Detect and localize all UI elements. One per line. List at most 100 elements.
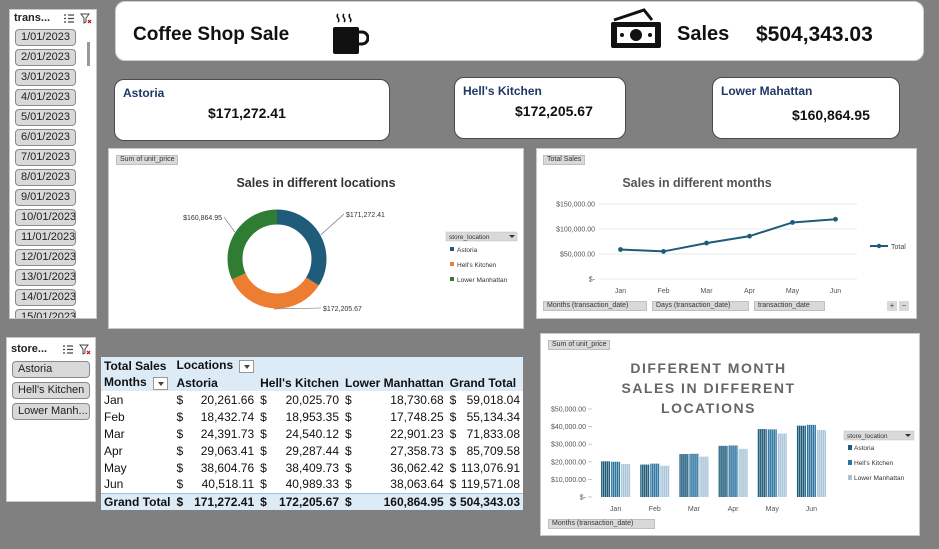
currency-symbol: $ — [176, 494, 184, 509]
date-slicer-item[interactable]: 11/01/2023 — [15, 229, 76, 246]
store-slicer-item[interactable]: Lower Manh... — [12, 403, 90, 420]
currency-symbol: $ — [345, 477, 352, 492]
total-cell: $171,272.41 — [173, 492, 258, 510]
date-slicer-item[interactable]: 8/01/2023 — [15, 169, 76, 186]
sales-label: Sales — [677, 23, 730, 45]
expand-field-button[interactable]: + — [887, 301, 897, 311]
data-point[interactable] — [661, 249, 666, 254]
table-cell: $38,409.73 — [257, 459, 342, 476]
row-field-label: Months — [104, 375, 147, 390]
multi-select-icon[interactable] — [63, 13, 75, 24]
amount: 18,953.35 — [285, 409, 339, 424]
date-slicer-item[interactable]: 3/01/2023 — [15, 69, 76, 86]
date-slicer-item[interactable]: 7/01/2023 — [15, 149, 76, 166]
currency-symbol: $ — [449, 392, 457, 407]
amount: 38,604.76 — [200, 460, 255, 475]
cell-value: $20,261.66 — [176, 393, 254, 407]
date-slicer-item[interactable]: 12/01/2023 — [15, 249, 76, 266]
slicer-scrollbar[interactable] — [87, 42, 90, 66]
row-label: May — [104, 460, 127, 475]
row-label: Grand Total — [101, 492, 174, 510]
currency-symbol: $ — [176, 443, 184, 458]
clear-filter-icon[interactable] — [80, 13, 92, 24]
amount: 24,391.73 — [200, 426, 255, 441]
currency-symbol: $ — [260, 494, 267, 509]
cell-value: $24,540.12 — [260, 427, 339, 441]
currency-symbol: $ — [449, 494, 457, 509]
header-spacer — [446, 357, 523, 374]
currency-symbol: $ — [449, 443, 457, 458]
total-cell: $160,864.95 — [342, 492, 447, 510]
kpi-value: $160,864.95 — [792, 107, 870, 123]
date-slicer-item[interactable]: 13/01/2023 — [15, 269, 76, 286]
store-slicer-item[interactable]: Astoria — [12, 361, 90, 378]
donut-chart: Sales in different locations $171,272.41… — [183, 176, 518, 313]
series-line[interactable] — [620, 218, 836, 253]
y-tick-label: $150,000.00 — [556, 202, 595, 209]
page-title: Coffee Shop Sale — [133, 24, 290, 45]
amount: 20,025.70 — [285, 392, 339, 407]
clear-filter-icon[interactable] — [79, 344, 91, 355]
date-slicer-item[interactable]: 1/01/2023 — [15, 29, 76, 46]
bar-chart-panel: Sum of unit_price DIFFERENT MONTH SALES … — [540, 333, 920, 536]
currency-symbol: $ — [449, 426, 457, 441]
amount: 113,076.91 — [460, 460, 520, 475]
y-tick-label: $100,000.00 — [556, 227, 595, 234]
cell-value: $71,833.08 — [450, 427, 520, 441]
date-slicer-item[interactable]: 6/01/2023 — [15, 129, 76, 146]
table-row: Feb $18,432.74 $18,953.35 $17,748.25 $55,134… — [101, 408, 523, 425]
table-cell: $22,901.23 — [342, 425, 447, 442]
date-field-button[interactable]: transaction_date — [754, 301, 825, 311]
table-row: Jun $40,518.11 $40,989.33 $38,063.64 $119,57… — [101, 476, 523, 493]
cell-value: $36,062.42 — [345, 461, 444, 475]
amount: 29,063.41 — [200, 443, 255, 458]
date-slicer-item[interactable]: 2/01/2023 — [15, 49, 76, 66]
collapse-field-button[interactable]: − — [899, 301, 909, 311]
data-point[interactable] — [618, 247, 623, 252]
data-label: $171,272.41 — [346, 212, 385, 219]
legend: store_location Astoria Hell's Kitchen Lower… — [445, 231, 518, 284]
currency-symbol: $ — [345, 460, 352, 475]
filter-dropdown-button[interactable] — [239, 359, 255, 373]
kpi-card-lower-manhattan: Lower Mahattan $160,864.95 — [712, 77, 900, 139]
grand-total-row: Grand Total $171,272.41 $172,205.67 $160,86… — [101, 492, 523, 510]
data-point[interactable] — [704, 240, 709, 246]
amount: 29,287.44 — [285, 443, 339, 458]
months-field-button[interactable]: Months (transaction_date) — [543, 301, 647, 311]
currency-symbol: $ — [260, 443, 267, 458]
date-slicer-item[interactable]: 5/01/2023 — [15, 109, 76, 126]
table-cell: $40,518.11 — [173, 476, 257, 493]
cell-value: $17,748.25 — [345, 410, 444, 424]
cell-value: $504,343.03 — [450, 495, 520, 509]
currency-symbol: $ — [449, 460, 457, 475]
table-cell: $20,261.66 — [173, 391, 257, 408]
data-label: $160,864.95 — [183, 215, 222, 222]
cell-value: $24,391.73 — [176, 427, 254, 441]
cell-value: $59,018.04 — [450, 393, 520, 407]
filter-dropdown-button[interactable] — [152, 376, 168, 390]
cell-value: $18,730.68 — [345, 393, 444, 407]
multi-select-icon[interactable] — [62, 344, 74, 355]
date-slicer-item[interactable]: 10/01/2023 — [15, 209, 76, 226]
date-slicer-item[interactable]: 4/01/2023 — [15, 89, 76, 106]
column-header: Lower Manhattan — [342, 374, 447, 391]
currency-symbol: $ — [176, 426, 184, 441]
data-point[interactable] — [833, 216, 838, 222]
data-point[interactable] — [790, 220, 795, 225]
amount: 20,261.66 — [200, 392, 255, 407]
table-row: Jan $20,261.66 $20,025.70 $18,730.68 $59,018… — [101, 391, 523, 408]
months-field-button[interactable]: Months (transaction_date) — [548, 519, 655, 529]
currency-symbol: $ — [345, 443, 352, 458]
y-tick-label: $50,000.00 — [551, 407, 586, 414]
header-banner: Coffee Shop Sale Sales $504,343.03 — [115, 1, 924, 61]
date-slicer-item[interactable]: 15/01/2023 — [15, 309, 76, 318]
column-field-header: Locations — [173, 357, 258, 374]
store-slicer-item[interactable]: Hell's Kitchen — [12, 382, 90, 399]
donut-chart-panel: Sum of unit_price Sales in different loc… — [108, 148, 524, 329]
days-field-button[interactable]: Days (transaction_date) — [652, 301, 749, 311]
table-cell: $113,076.91 — [447, 459, 523, 476]
legend-entry: Hell's Kitchen — [854, 460, 894, 467]
date-slicer-item[interactable]: 9/01/2023 — [15, 189, 76, 206]
date-slicer-item[interactable]: 14/01/2023 — [15, 289, 76, 306]
data-point[interactable] — [747, 233, 752, 239]
